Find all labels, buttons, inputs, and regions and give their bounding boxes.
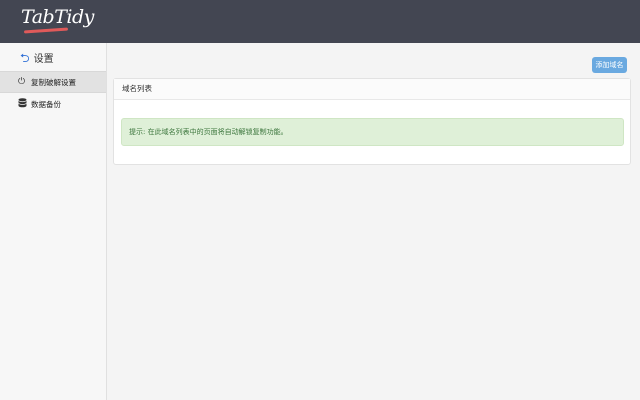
power-icon: ⏻ xyxy=(18,77,26,87)
back-arrow-icon: ⮌ xyxy=(20,50,30,65)
sidebar-item-label: 数据备份 xyxy=(31,99,61,109)
sidebar-item-label: 复制破解设置 xyxy=(31,77,76,87)
back-button[interactable]: ⮌ 设置 xyxy=(20,50,54,66)
hint-alert: 提示: 在此域名列表中的页面将自动解锁复制功能。 xyxy=(121,118,624,146)
top-bar: TabTidy xyxy=(0,0,640,43)
database-icon xyxy=(18,97,28,111)
logo-underline xyxy=(23,27,69,34)
panel-title: 域名列表 xyxy=(114,79,630,100)
add-domain-button[interactable]: 添加域名 xyxy=(592,57,627,73)
sidebar-item-data-backup[interactable]: 数据备份 xyxy=(0,93,106,115)
sidebar-item-copy-crack-settings[interactable]: ⏻ 复制破解设置 xyxy=(0,71,106,93)
app-logo: TabTidy xyxy=(21,6,94,28)
back-label: 设置 xyxy=(33,54,54,65)
domain-list-panel: 域名列表 提示: 在此域名列表中的页面将自动解锁复制功能。 xyxy=(113,78,631,165)
